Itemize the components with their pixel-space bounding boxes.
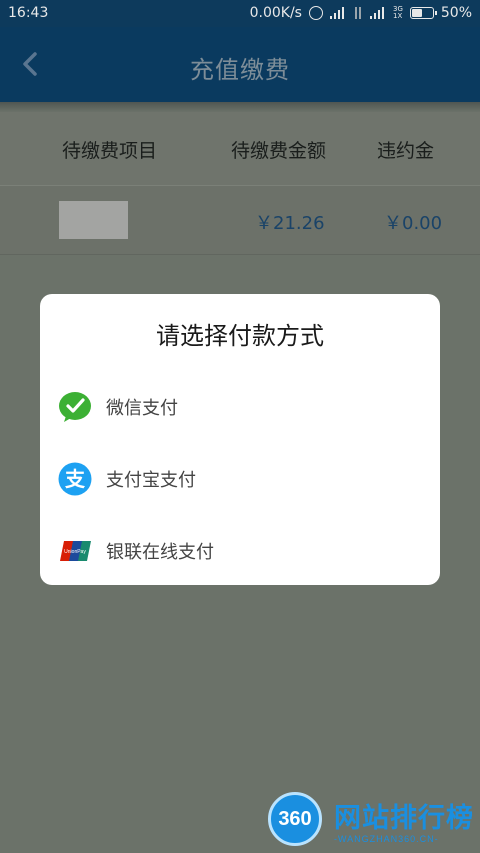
site-watermark: 360 网站排行榜 -WANGZHAN360.CN- — [268, 790, 480, 853]
header-amount: 待缴费金额 — [231, 140, 327, 162]
penalty-value: ￥0.00 — [384, 213, 443, 234]
wechat-pay-icon — [59, 392, 91, 422]
alipay-label: 支付宝支付 — [106, 470, 196, 491]
signal-icon-2 — [369, 7, 386, 19]
unionpay-icon: UnionPay — [60, 541, 91, 561]
page-title: 充值缴费 — [190, 56, 290, 84]
watermark-title: 网站排行榜 — [334, 803, 474, 834]
table-header: 待缴费项目 待缴费金额 违约金 — [0, 112, 480, 186]
battery-icon — [409, 7, 437, 19]
signal-icon — [329, 7, 346, 19]
status-bar: 16:43 0.00K/s 3G 1X 50% — [0, 0, 480, 27]
table-row[interactable]: ￥21.26 ￥0.00 — [0, 186, 480, 255]
header-item: 待缴费项目 — [62, 140, 158, 162]
amount-value: ￥21.26 — [255, 213, 325, 234]
dialog-title: 请选择付款方式 — [156, 322, 324, 350]
wechat-pay-label: 微信支付 — [106, 398, 178, 419]
unionpay-option[interactable]: UnionPay 银联在线支付 — [58, 525, 422, 575]
app-header: 充值缴费 — [0, 27, 480, 102]
svg-text:支: 支 — [65, 467, 86, 491]
alarm-icon — [308, 6, 323, 20]
bill-table: 待缴费项目 待缴费金额 违约金 ￥21.26 ￥0.00 — [0, 112, 480, 255]
alipay-option[interactable]: 支 支付宝支付 — [58, 453, 422, 503]
alipay-icon: 支 — [58, 462, 92, 496]
header-penalty: 违约金 — [377, 140, 435, 162]
status-time: 16:43 — [8, 5, 49, 21]
network-type: 3G 1X — [392, 5, 403, 20]
svg-text:UnionPay: UnionPay — [64, 549, 86, 555]
watermark-badge: 360 — [268, 792, 322, 846]
watermark-subtitle: -WANGZHAN360.CN- — [334, 834, 439, 844]
payment-method-dialog: 请选择付款方式 微信支付 支 支付宝支付 UnionPay 银联在线支付 — [40, 294, 440, 585]
unionpay-label: 银联在线支付 — [106, 542, 214, 563]
battery-percent: 50% — [440, 5, 472, 21]
wechat-pay-option[interactable]: 微信支付 — [58, 381, 422, 431]
net-speed: 0.00K/s — [249, 5, 302, 21]
header-shadow — [0, 102, 480, 112]
redacted-item-name — [59, 201, 128, 239]
data-arrows-icon — [353, 7, 363, 19]
status-icons: 0.00K/s 3G 1X 50% — [250, 5, 472, 21]
